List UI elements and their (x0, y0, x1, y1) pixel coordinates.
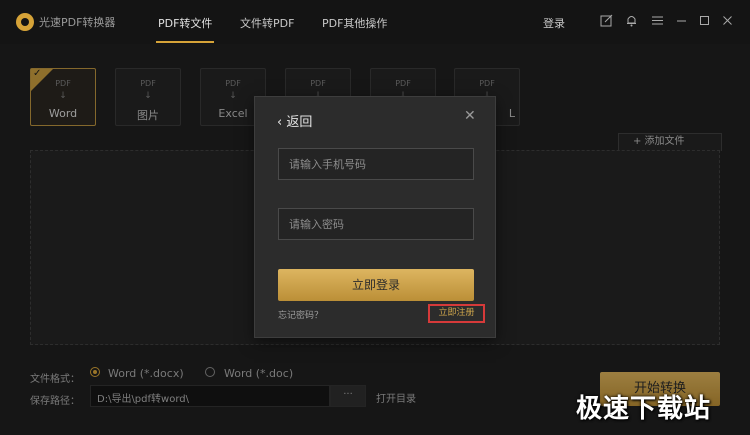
chevron-left-icon: ‹ (277, 115, 283, 130)
back-button[interactable]: ‹ 返回 (277, 111, 312, 130)
login-dialog: ‹ 返回 ✕ 立即登录 忘记密码？ 立即注册 (254, 96, 496, 338)
tab-pdf-other[interactable]: PDF其他操作 (322, 15, 387, 31)
tab-pdf-to-file[interactable]: PDF转文件 (158, 15, 212, 31)
login-button[interactable]: 立即登录 (278, 269, 474, 301)
title-bar: 光速PDF转换器 PDF转文件 文件转PDF PDF其他操作 登录 (0, 0, 750, 44)
phone-input[interactable] (278, 148, 474, 180)
menu-icon[interactable] (650, 14, 664, 28)
active-tab-indicator (156, 41, 214, 43)
minimize-icon[interactable] (674, 14, 688, 28)
close-icon[interactable] (720, 14, 734, 28)
bell-icon[interactable] (624, 14, 638, 28)
login-link[interactable]: 登录 (543, 15, 565, 31)
dialog-close-icon[interactable]: ✕ (464, 108, 476, 124)
forgot-password-link[interactable]: 忘记密码？ (278, 308, 323, 321)
edit-icon[interactable] (599, 14, 613, 28)
app-logo-icon (16, 13, 34, 31)
watermark-text: 极速下载站 (576, 394, 712, 424)
register-link[interactable]: 立即注册 (428, 304, 485, 323)
back-label: 返回 (286, 115, 313, 130)
tab-file-to-pdf[interactable]: 文件转PDF (240, 15, 294, 31)
password-input[interactable] (278, 208, 474, 240)
maximize-icon[interactable] (697, 14, 711, 28)
app-title: 光速PDF转换器 (39, 16, 116, 29)
